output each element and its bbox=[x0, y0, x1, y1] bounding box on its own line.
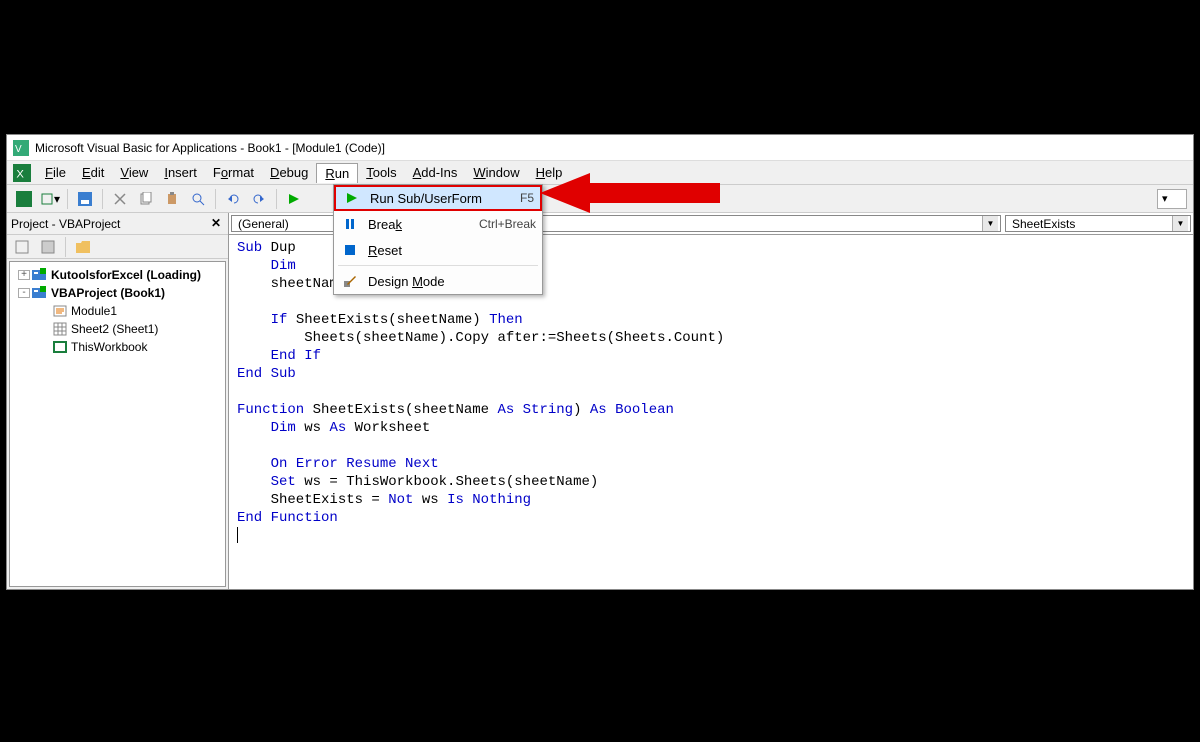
workbook-icon bbox=[52, 340, 68, 354]
design-icon bbox=[340, 273, 360, 289]
menu-view[interactable]: View bbox=[112, 163, 156, 182]
module-icon bbox=[52, 304, 68, 318]
procedure-combo[interactable]: SheetExists ▼ bbox=[1005, 215, 1191, 232]
sheet-icon bbox=[52, 322, 68, 336]
chevron-down-icon: ▼ bbox=[1172, 216, 1188, 231]
body-area: Project - VBAProject ✕ + KutoolsforExcel … bbox=[7, 213, 1193, 589]
save-button[interactable] bbox=[74, 188, 96, 210]
run-button[interactable] bbox=[283, 188, 305, 210]
project-tree[interactable]: + KutoolsforExcel (Loading) - VBAProject (B… bbox=[9, 261, 226, 587]
menu-format[interactable]: Format bbox=[205, 163, 262, 182]
play-icon bbox=[342, 190, 362, 206]
run-sub-userform-item[interactable]: Run Sub/UserForm F5 bbox=[334, 185, 542, 211]
tree-toggle[interactable]: + bbox=[18, 270, 30, 280]
window-title: Microsoft Visual Basic for Applications … bbox=[35, 141, 385, 155]
tree-label: KutoolsforExcel (Loading) bbox=[51, 268, 201, 282]
tree-label: Module1 bbox=[71, 304, 117, 318]
menu-edit[interactable]: Edit bbox=[74, 163, 112, 182]
design-mode-item[interactable]: Design Mode bbox=[334, 268, 542, 294]
menu-addins[interactable]: Add-Ins bbox=[405, 163, 466, 182]
tree-row[interactable]: ThisWorkbook bbox=[14, 338, 221, 356]
pause-icon bbox=[340, 216, 360, 232]
svg-text:X: X bbox=[16, 168, 24, 180]
vba-proj-icon bbox=[32, 286, 48, 300]
redo-button[interactable] bbox=[248, 188, 270, 210]
svg-text:V: V bbox=[15, 144, 22, 155]
tree-toggle[interactable]: - bbox=[18, 288, 30, 298]
reset-icon bbox=[340, 242, 360, 258]
tree-row[interactable]: Sheet2 (Sheet1) bbox=[14, 320, 221, 338]
chevron-down-icon: ▼ bbox=[982, 216, 998, 231]
copy-button[interactable] bbox=[135, 188, 157, 210]
view-code-button[interactable] bbox=[11, 236, 33, 258]
menu-insert[interactable]: Insert bbox=[156, 163, 205, 182]
menu-file[interactable]: File bbox=[37, 163, 74, 182]
menu-run[interactable]: Run bbox=[316, 163, 358, 183]
vba-app-icon: V bbox=[13, 140, 29, 156]
tree-label: VBAProject (Book1) bbox=[51, 286, 165, 300]
close-icon[interactable]: ✕ bbox=[208, 216, 224, 232]
tree-label: Sheet2 (Sheet1) bbox=[71, 322, 158, 336]
project-explorer-panel: Project - VBAProject ✕ + KutoolsforExcel … bbox=[7, 213, 229, 589]
annotation-arrow bbox=[540, 168, 720, 221]
project-panel-header: Project - VBAProject ✕ bbox=[7, 213, 228, 235]
tree-row[interactable]: + KutoolsforExcel (Loading) bbox=[14, 266, 221, 284]
tree-row[interactable]: Module1 bbox=[14, 302, 221, 320]
insert-button[interactable]: ▾ bbox=[39, 188, 61, 210]
project-panel-title: Project - VBAProject bbox=[11, 217, 120, 231]
menu-window[interactable]: Window bbox=[465, 163, 527, 182]
paste-button[interactable] bbox=[161, 188, 183, 210]
menu-tools[interactable]: Tools bbox=[358, 163, 404, 182]
titlebar: V Microsoft Visual Basic for Application… bbox=[7, 135, 1193, 161]
vba-proj-icon bbox=[32, 268, 48, 282]
menu-debug[interactable]: Debug bbox=[262, 163, 316, 182]
cut-button[interactable] bbox=[109, 188, 131, 210]
tree-label: ThisWorkbook bbox=[71, 340, 147, 354]
reset-item[interactable]: Reset bbox=[334, 237, 542, 263]
find-button[interactable] bbox=[187, 188, 209, 210]
view-excel-button[interactable] bbox=[13, 188, 35, 210]
break-item[interactable]: Break Ctrl+Break bbox=[334, 211, 542, 237]
folder-toggle-button[interactable] bbox=[72, 236, 94, 258]
tree-row[interactable]: - VBAProject (Book1) bbox=[14, 284, 221, 302]
view-object-button[interactable] bbox=[37, 236, 59, 258]
menu-separator bbox=[338, 265, 538, 266]
excel-icon: X bbox=[13, 164, 31, 182]
run-dropdown: Run Sub/UserForm F5 Break Ctrl+Break Res… bbox=[333, 184, 543, 295]
undo-button[interactable] bbox=[222, 188, 244, 210]
project-panel-toolbar bbox=[7, 235, 228, 259]
zoom-combo[interactable]: ▾ bbox=[1157, 189, 1187, 209]
